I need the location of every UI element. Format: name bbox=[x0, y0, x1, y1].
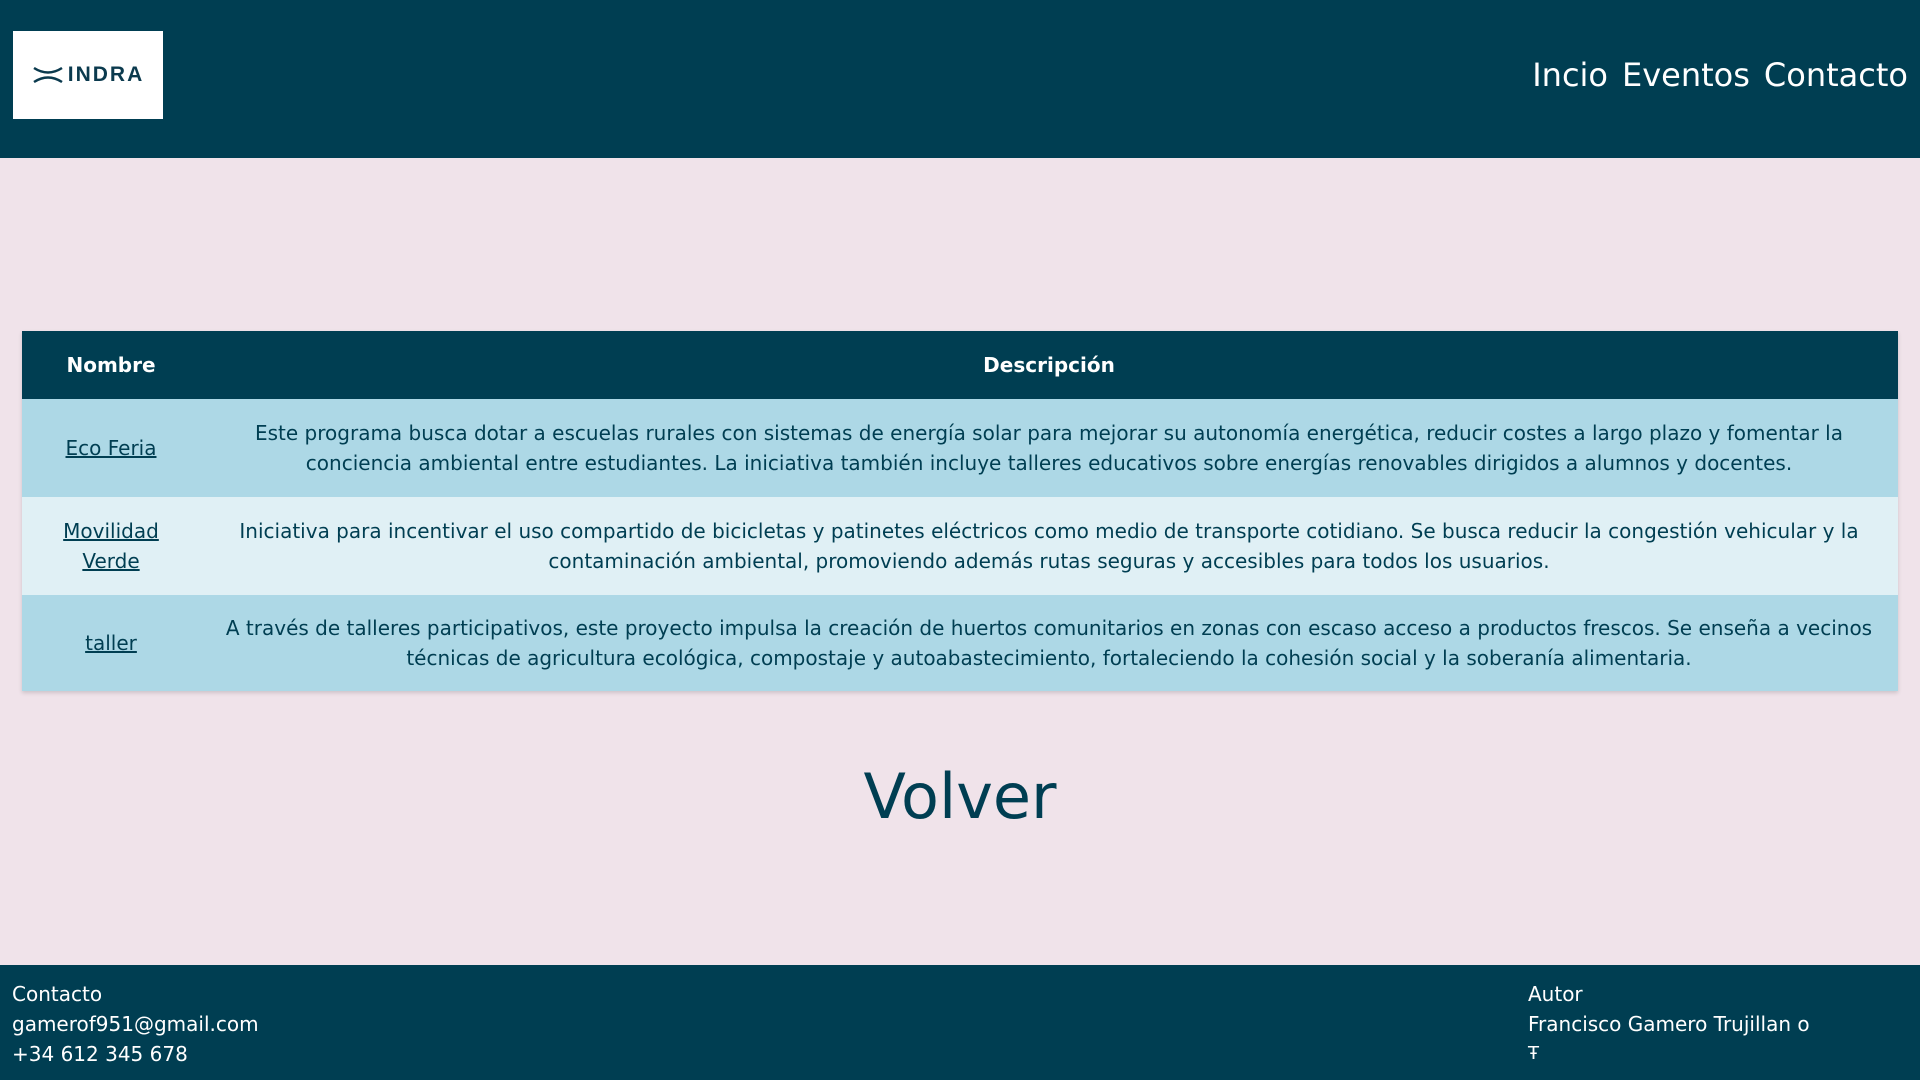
event-name-cell: taller bbox=[22, 595, 200, 691]
table-header-row: Nombre Descripción bbox=[22, 331, 1898, 399]
site-header: INDRA Incio Eventos Contacto bbox=[0, 0, 1920, 158]
indra-logo[interactable]: INDRA bbox=[13, 31, 163, 119]
footer-author: Autor Francisco Gamero Trujillan o Ŧ bbox=[1528, 979, 1810, 1069]
table-row: taller A través de talleres participativ… bbox=[22, 595, 1898, 691]
logo-text: INDRA bbox=[67, 63, 145, 86]
footer-contact-phone: +34 612 345 678 bbox=[12, 1042, 188, 1066]
events-table: Nombre Descripción Eco Feria Este progra… bbox=[22, 331, 1898, 691]
event-description-cell: A través de talleres participativos, est… bbox=[225, 616, 1873, 670]
indra-logo-mark-icon bbox=[33, 66, 63, 84]
events-table-container: Nombre Descripción Eco Feria Este progra… bbox=[22, 331, 1898, 691]
column-header-nombre: Nombre bbox=[66, 353, 156, 377]
event-description-cell: Este programa busca dotar a escuelas rur… bbox=[255, 421, 1843, 475]
event-link-eco-feria[interactable]: Eco Feria bbox=[66, 436, 157, 460]
column-header-descripcion: Descripción bbox=[983, 353, 1115, 377]
event-description-cell: Iniciativa para incentivar el uso compar… bbox=[239, 519, 1859, 573]
table-row: Movilidad Verde Iniciativa para incentiv… bbox=[22, 497, 1898, 595]
table-row: Eco Feria Este programa busca dotar a es… bbox=[22, 399, 1898, 497]
footer-contact: Contacto gamerof951@gmail.com +34 612 34… bbox=[12, 979, 259, 1069]
footer-author-glyph: Ŧ bbox=[1528, 1043, 1539, 1064]
footer-author-title: Autor bbox=[1528, 982, 1583, 1006]
footer-author-name: Francisco Gamero Trujillan o bbox=[1528, 1012, 1810, 1036]
volver-container: Volver bbox=[0, 760, 1920, 833]
main-nav: Incio Eventos Contacto bbox=[1532, 56, 1908, 94]
event-link-taller[interactable]: taller bbox=[85, 631, 137, 655]
event-name-cell: Movilidad Verde bbox=[22, 497, 200, 595]
nav-link-contacto[interactable]: Contacto bbox=[1764, 56, 1908, 94]
footer-contact-email: gamerof951@gmail.com bbox=[12, 1012, 259, 1036]
nav-link-eventos[interactable]: Eventos bbox=[1622, 56, 1750, 94]
event-name-cell: Eco Feria bbox=[22, 399, 200, 497]
event-link-movilidad-verde[interactable]: Movilidad Verde bbox=[63, 519, 159, 573]
volver-link[interactable]: Volver bbox=[863, 760, 1056, 833]
footer-contact-title: Contacto bbox=[12, 982, 103, 1006]
site-footer: Contacto gamerof951@gmail.com +34 612 34… bbox=[0, 965, 1920, 1080]
nav-link-inicio[interactable]: Incio bbox=[1532, 56, 1608, 94]
